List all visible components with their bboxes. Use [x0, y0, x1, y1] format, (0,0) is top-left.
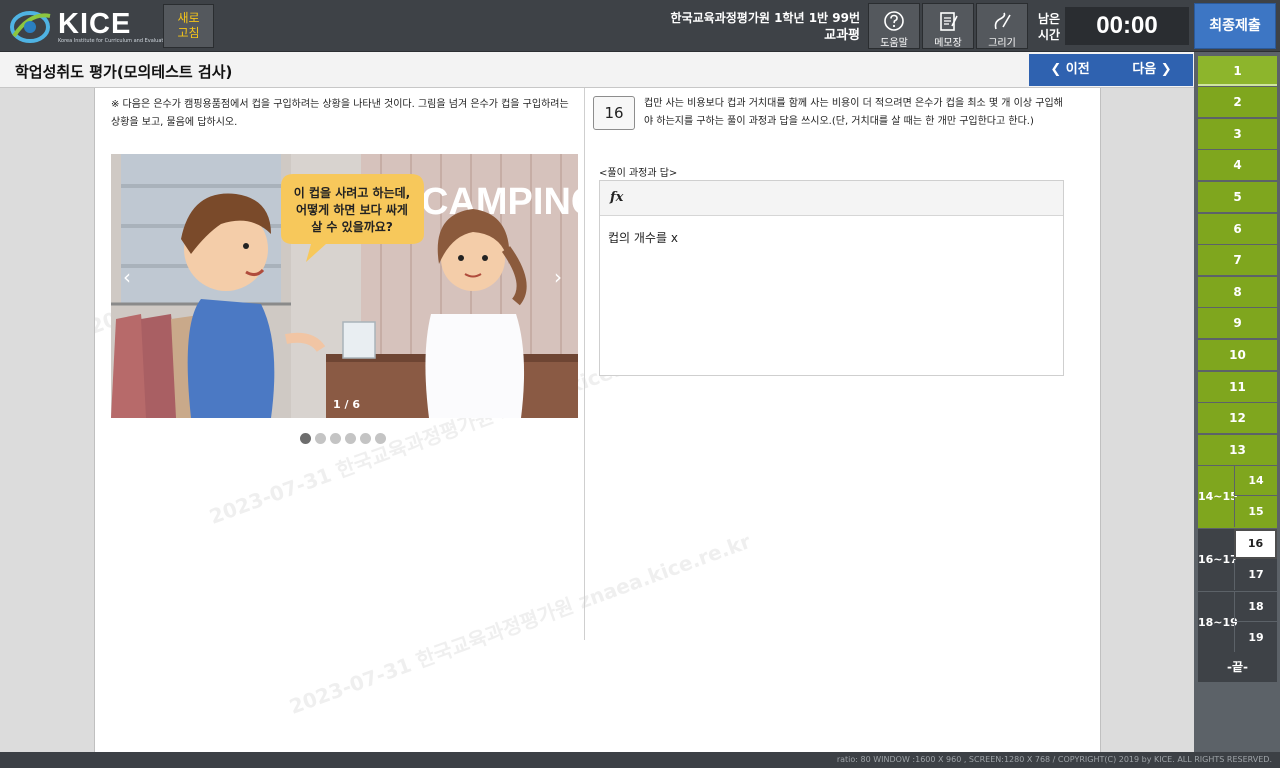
memo-button[interactable]: 메모장	[922, 3, 974, 49]
footer: ratio: 80 WINDOW :1600 X 960 , SCREEN:12…	[0, 752, 1280, 768]
answer-label: <풀이 과정과 답>	[599, 168, 678, 179]
page-title: 학업성취도 평가(모의테스트 검사)	[15, 63, 233, 81]
logo-subtitle: Korea Institute for Curriculum and Evalu…	[58, 38, 171, 44]
nav-question-18[interactable]: 18	[1234, 592, 1277, 622]
formula-button[interactable]: fx	[600, 181, 1063, 216]
nav-question-6[interactable]: 6	[1198, 214, 1277, 244]
title-row: 학업성취도 평가(모의테스트 검사) ❮ 이전 다음 ❯	[0, 52, 1194, 88]
watermark: 2023-07-31 한국교육과정평가원 znaea.kice.re.kr	[286, 529, 754, 719]
slide-dot[interactable]	[315, 433, 326, 444]
memo-icon	[940, 12, 958, 31]
nav-question-16[interactable]: 16	[1234, 529, 1277, 559]
nav-group-label: 14~15	[1198, 490, 1238, 503]
nav-question-19[interactable]: 19	[1234, 623, 1277, 653]
nav-question-9[interactable]: 9	[1198, 308, 1277, 338]
slide-dot[interactable]	[375, 433, 386, 444]
memo-label: 메모장	[934, 38, 962, 49]
nav-question-11[interactable]: 11	[1198, 372, 1277, 402]
nav-group-14-15: 14~15 14 15	[1198, 466, 1277, 528]
nav-question-2[interactable]: 2	[1198, 87, 1277, 117]
remaining-time: 00:00	[1065, 7, 1189, 45]
nav-question-13[interactable]: 13	[1198, 435, 1277, 465]
answer-text[interactable]: 컵의 개수를 x	[600, 216, 1063, 259]
refresh-button[interactable]: 새로 고침	[163, 4, 214, 48]
refresh-label-line2: 고침	[177, 26, 200, 40]
question-panel: 2023-07-31 한국교육과정평가원 znaea.kice.re.kr 20…	[94, 88, 1101, 752]
nav-question-17[interactable]: 17	[1234, 560, 1277, 590]
slide-counter: 1 / 6	[333, 398, 360, 411]
slide-next-arrow[interactable]: ›	[554, 265, 562, 289]
prev-button[interactable]: ❮ 이전	[1029, 54, 1111, 86]
nav-question-7[interactable]: 7	[1198, 245, 1277, 275]
slide-prev-arrow[interactable]: ‹	[123, 265, 131, 289]
final-submit-button[interactable]: 최종제출	[1194, 3, 1276, 49]
question-text: 컵만 사는 비용보다 컵과 거치대를 함께 사는 비용이 더 적으려면 은수가 …	[644, 98, 1063, 127]
nav-question-1[interactable]: 1	[1198, 56, 1277, 86]
nav-question-14[interactable]: 14	[1234, 466, 1277, 496]
nav-group-18-19: 18~19 18 19	[1198, 592, 1277, 654]
slide-dot[interactable]	[330, 433, 341, 444]
nav-group-16-17: 16~17 16 17	[1198, 529, 1277, 591]
next-button[interactable]: 다음 ❯	[1111, 54, 1193, 86]
kice-emblem-icon	[10, 11, 51, 43]
nav-question-15[interactable]: 15	[1234, 497, 1277, 527]
nav-question-4[interactable]: 4	[1198, 150, 1277, 180]
draw-button[interactable]: 그리기	[976, 3, 1028, 49]
nav-end[interactable]: -끝-	[1198, 652, 1277, 682]
camping-store-illustration: CAMPING 이 컵을 사려고 하는데, 어떻게 하면 보다 싸게	[111, 154, 578, 418]
time-label-line2: 시간	[1037, 28, 1061, 42]
help-icon	[884, 11, 904, 31]
pen-icon	[994, 12, 1011, 30]
question-number: 16	[593, 96, 635, 130]
nav-question-3[interactable]: 3	[1198, 119, 1277, 149]
slide-dot[interactable]	[345, 433, 356, 444]
subject-name: 교과평	[824, 28, 860, 43]
footer-copyright: ratio: 80 WINDOW :1600 X 960 , SCREEN:12…	[836, 755, 1272, 764]
nav-question-12[interactable]: 12	[1198, 403, 1277, 433]
time-label-line1: 남은	[1037, 12, 1061, 26]
refresh-label-line1: 새로	[177, 11, 200, 25]
nav-question-8[interactable]: 8	[1198, 277, 1277, 307]
slide-dot[interactable]	[360, 433, 371, 444]
speech-line-1: 이 컵을 사려고 하는데,	[294, 185, 410, 200]
remaining-time-label: 남은 시간	[1035, 11, 1063, 43]
instructions: ※ 다음은 은수가 캠핑용품점에서 컵을 구입하려는 상황을 나타낸 것이다. …	[111, 99, 569, 128]
camping-sign: CAMPING	[421, 181, 578, 223]
column-divider	[584, 88, 585, 640]
draw-label: 그리기	[988, 38, 1016, 49]
nav-group-label: 18~19	[1198, 616, 1238, 629]
answer-editor[interactable]: fx 컵의 개수를 x	[599, 180, 1064, 376]
top-bar: KICE Korea Institute for Curriculum and …	[0, 0, 1280, 52]
help-button[interactable]: 도움말	[868, 3, 920, 49]
kice-logo: KICE Korea Institute for Curriculum and …	[8, 6, 171, 46]
slide-dots	[300, 429, 390, 448]
user-line: 한국교육과정평가원 1학년 1반 99번	[670, 11, 860, 25]
user-info: 한국교육과정평가원 1학년 1반 99번 교과평	[671, 9, 860, 45]
logo-text: KICE	[58, 8, 132, 40]
nav-question-10[interactable]: 10	[1198, 340, 1277, 370]
question-navigator: 1 2 3 4 5 6 7 8 9 10 11 12 13 14~15 14 1…	[1194, 52, 1280, 752]
nav-question-5[interactable]: 5	[1198, 182, 1277, 212]
scenario-illustration: CAMPING 이 컵을 사려고 하는데, 어떻게 하면 보다 싸게	[111, 154, 578, 418]
speech-line-3: 살 수 있을까요?	[311, 219, 393, 234]
nav-group-label: 16~17	[1198, 553, 1238, 566]
slide-dot[interactable]	[300, 433, 311, 444]
speech-line-2: 어떻게 하면 보다 싸게	[296, 202, 408, 217]
help-label: 도움말	[880, 38, 908, 49]
